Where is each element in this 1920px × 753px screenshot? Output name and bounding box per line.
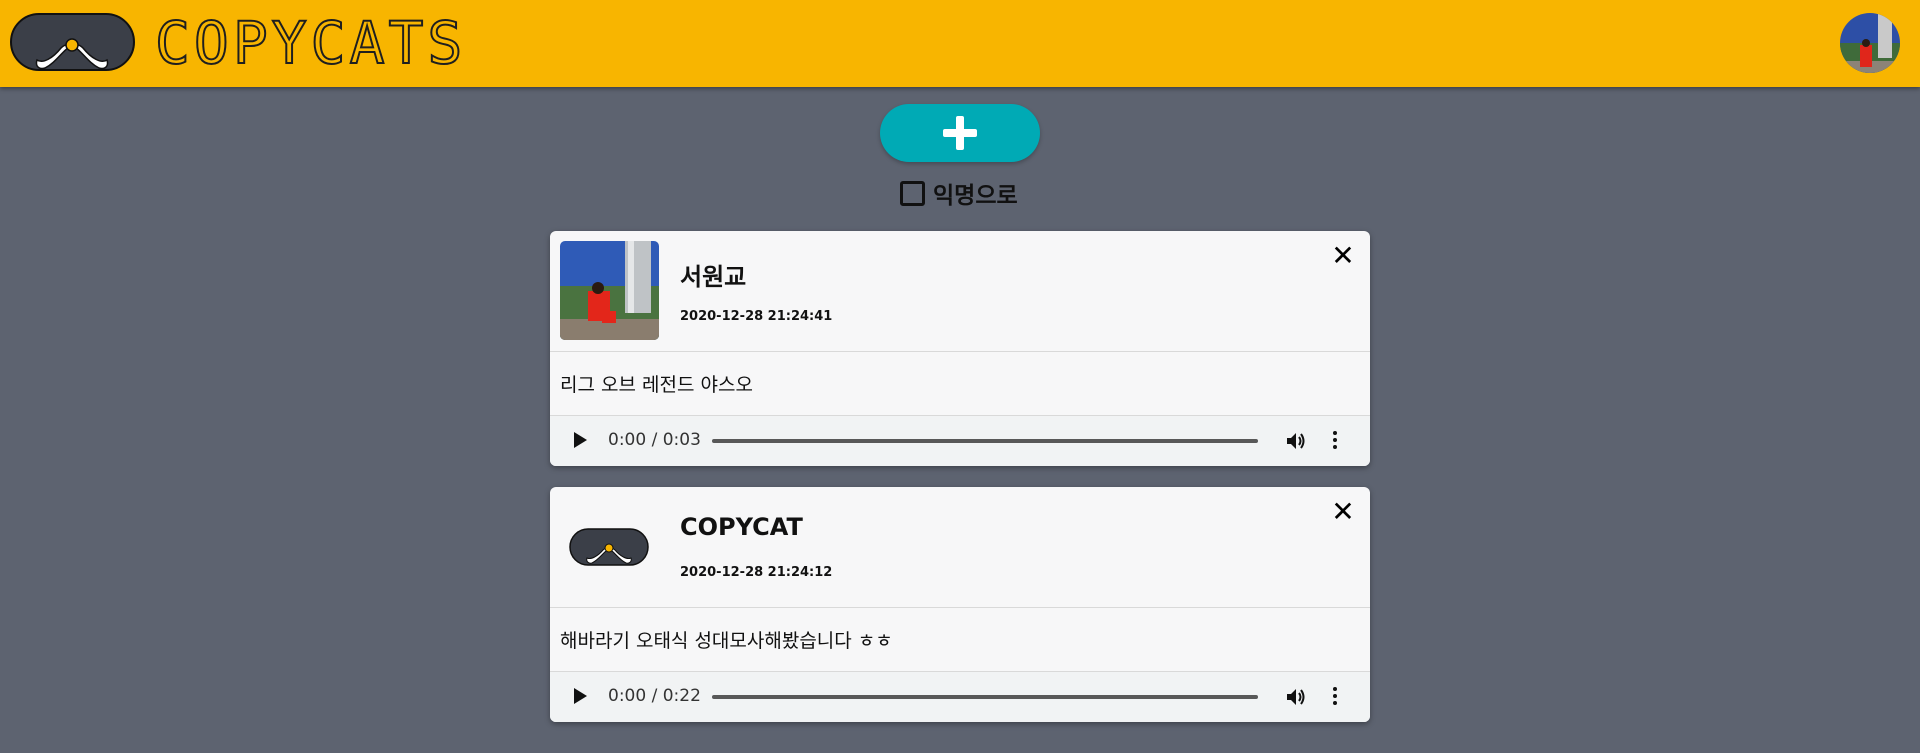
play-icon[interactable]: [574, 432, 587, 448]
brand-wordmark[interactable]: COPYCATS: [154, 9, 466, 77]
audio-time: 0:00 / 0:22: [608, 686, 701, 706]
more-options-icon[interactable]: [1332, 430, 1338, 452]
anonymous-checkbox[interactable]: [900, 180, 925, 206]
post-author-name: COPYCAT: [680, 513, 803, 541]
audio-progress-bar[interactable]: [712, 695, 1258, 699]
top-bar: COPYCATS: [0, 0, 1920, 87]
user-avatar[interactable]: [1840, 13, 1900, 73]
post-text: 리그 오브 레전드 야스오: [550, 352, 1370, 416]
post-card: 서원교 2020-12-28 21:24:41 ✕ 리그 오브 레전드 야스오 …: [550, 231, 1370, 466]
audio-progress-bar[interactable]: [712, 439, 1258, 443]
post-header: 서원교 2020-12-28 21:24:41 ✕: [550, 231, 1370, 352]
add-post-button[interactable]: [880, 104, 1040, 162]
mustache-mask-icon[interactable]: [9, 12, 136, 74]
audio-time: 0:00 / 0:03: [608, 430, 701, 450]
post-card: COPYCAT 2020-12-28 21:24:12 ✕ 해바라기 오태식 성…: [550, 487, 1370, 722]
post-author-name: 서원교: [680, 263, 747, 291]
anonymous-label[interactable]: 익명으로: [933, 176, 1018, 210]
mustache-mask-icon: [560, 497, 659, 596]
anonymous-option[interactable]: 익명으로: [900, 176, 1018, 210]
audio-player: 0:00 / 0:22: [550, 672, 1370, 722]
post-header: COPYCAT 2020-12-28 21:24:12 ✕: [550, 487, 1370, 608]
play-icon[interactable]: [574, 688, 587, 704]
post-text: 해바라기 오태식 성대모사해봤습니다 ㅎㅎ: [550, 608, 1370, 672]
volume-icon[interactable]: [1285, 430, 1307, 452]
delete-post-button[interactable]: ✕: [1330, 498, 1356, 526]
more-options-icon[interactable]: [1332, 686, 1338, 708]
delete-post-button[interactable]: ✕: [1330, 242, 1356, 270]
volume-icon[interactable]: [1285, 686, 1307, 708]
post-author-photo: [560, 241, 659, 340]
post-timestamp: 2020-12-28 21:24:41: [680, 309, 833, 324]
plus-icon: [943, 116, 977, 150]
audio-player: 0:00 / 0:03: [550, 416, 1370, 466]
post-timestamp: 2020-12-28 21:24:12: [680, 565, 833, 580]
